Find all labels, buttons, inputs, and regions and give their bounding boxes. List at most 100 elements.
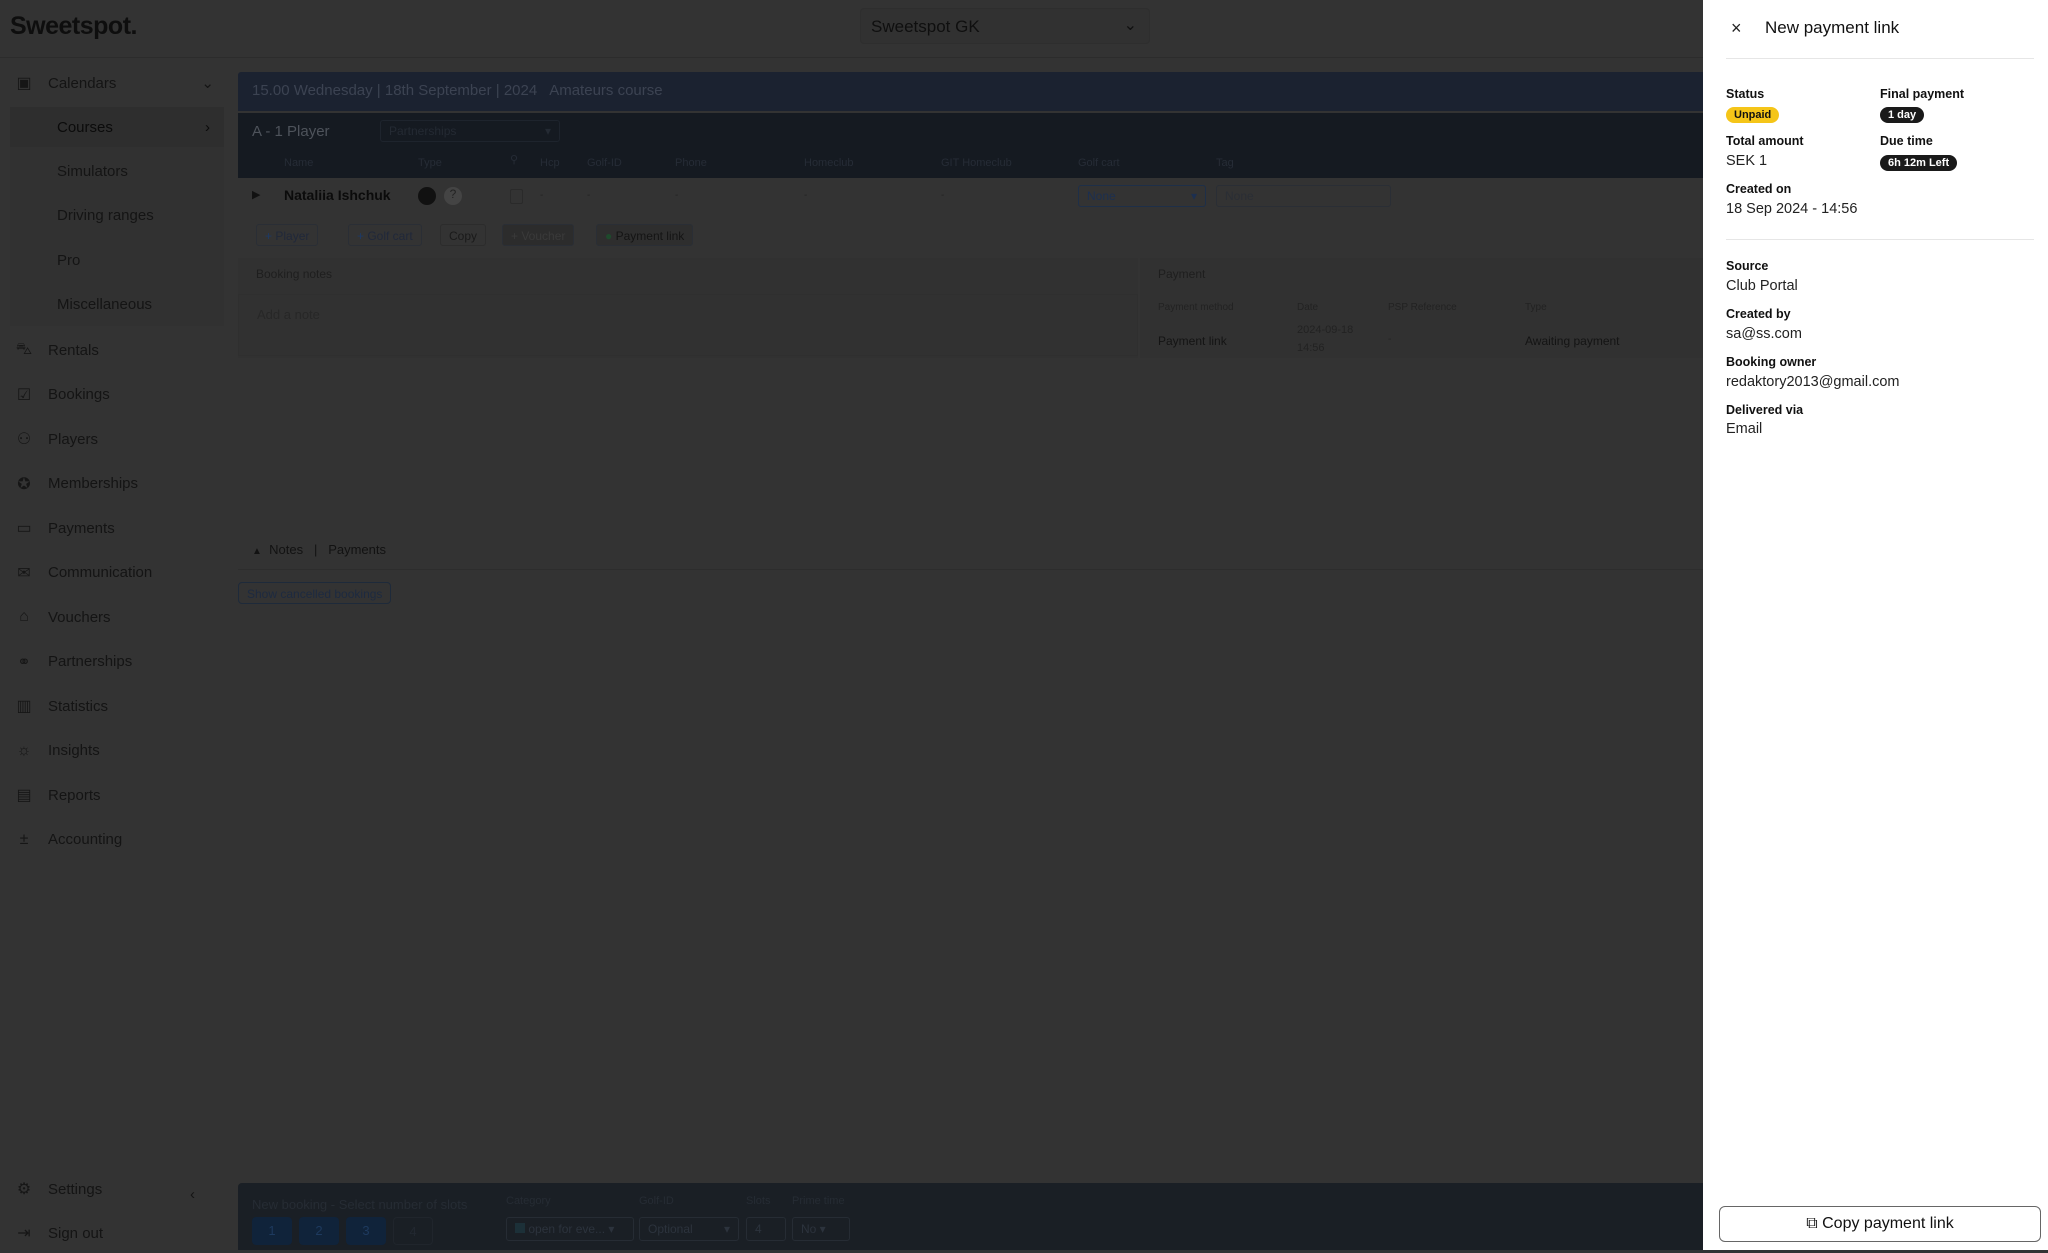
- column-header: Tag: [1216, 157, 1234, 169]
- column-header: Type: [418, 157, 442, 169]
- sidebar-item-memberships[interactable]: ✪ Memberships: [0, 464, 228, 504]
- payment-link-button[interactable]: ● Payment link: [596, 224, 694, 246]
- sidebar-item-label: Calendars: [48, 74, 117, 92]
- sidebar-item-players[interactable]: ⚇ Players: [0, 419, 228, 459]
- sidebar-item-pro[interactable]: Pro: [0, 240, 228, 280]
- sidebar-item-vouchers[interactable]: ⌂ Vouchers: [0, 597, 228, 637]
- partnerships-dropdown[interactable]: Partnerships ▾: [380, 120, 560, 142]
- booking-notes-panel: Booking notes Add a note: [238, 258, 1138, 358]
- sidebar-item-reports[interactable]: ▤ Reports: [0, 775, 228, 815]
- prime-time-select[interactable]: No ▾: [792, 1217, 850, 1241]
- slot-button-1[interactable]: 1: [252, 1217, 292, 1245]
- golf-id-select[interactable]: Optional ▾: [639, 1217, 739, 1241]
- sidebar-item-bookings[interactable]: ☑ Bookings: [0, 375, 228, 415]
- show-cancelled-bookings-button[interactable]: Show cancelled bookings: [238, 582, 392, 604]
- sidebar-item-settings[interactable]: ⚙ Settings: [0, 1169, 228, 1209]
- sidebar-item-accounting[interactable]: ± Accounting: [0, 820, 228, 860]
- sidebar-item-label: Settings: [48, 1180, 103, 1198]
- arrival-checkbox[interactable]: [510, 189, 523, 204]
- expand-caret-icon[interactable]: ▶: [252, 188, 260, 201]
- player-section-title: A - 1 Player: [252, 123, 330, 140]
- column-header: GIT Homeclub: [941, 157, 1012, 169]
- slots-input[interactable]: 4: [746, 1217, 786, 1241]
- copy-payment-link-button[interactable]: ⧉ Copy payment link: [1719, 1206, 2041, 1242]
- button-label: Player: [275, 229, 310, 243]
- add-golf-cart-button[interactable]: + Golf cart: [348, 224, 422, 246]
- booking-header: 15.00 Wednesday | 18th September | 2024 A…: [238, 72, 1703, 111]
- sidebar-item-driving-ranges[interactable]: Driving ranges: [0, 196, 228, 236]
- gift-icon: ⌂: [19, 608, 29, 625]
- sidebar-item-label: Memberships: [48, 475, 139, 492]
- psp-reference: -: [1388, 334, 1392, 345]
- course-name: Amateurs course: [549, 82, 663, 99]
- sidebar-item-miscellaneous[interactable]: Miscellaneous: [0, 285, 228, 325]
- booking-owner-label: Booking owner: [1726, 355, 1817, 369]
- player-row[interactable]: ▶ Nataliia Ishchuk ? - - - - - None ▾ Non…: [238, 178, 1703, 214]
- sidebar-item-courses[interactable]: Courses ›: [10, 107, 224, 148]
- total-amount-value: SEK 1: [1726, 153, 1768, 169]
- calculator-icon: ±: [19, 830, 29, 848]
- column-header: Golf cart: [1078, 157, 1120, 169]
- plus-icon: +: [357, 229, 368, 243]
- booking-time: 15.00 Wednesday | 18th September | 2024: [252, 82, 538, 99]
- close-icon[interactable]: ×: [1731, 18, 1742, 39]
- column-header: Homeclub: [804, 157, 854, 169]
- total-amount-label: Total amount: [1726, 134, 1804, 148]
- voucher-button[interactable]: + Voucher: [502, 224, 575, 246]
- cash-icon: ▭: [16, 520, 32, 537]
- club-name: Sweetspot GK: [871, 17, 980, 36]
- sidebar-item-partnerships[interactable]: ⚭ Partnerships: [0, 642, 228, 682]
- button-label: Golf cart: [367, 229, 413, 243]
- tag-input[interactable]: None: [1216, 185, 1391, 207]
- sidebar-item-calendars[interactable]: ▣ Calendars ⌄: [0, 63, 228, 103]
- homeclub-value: -: [804, 190, 808, 201]
- tab-payments[interactable]: Payments: [328, 542, 386, 557]
- tab-notes[interactable]: Notes: [269, 542, 303, 557]
- calendar-icon: ▣: [16, 75, 32, 92]
- sidebar-item-label: Pro: [57, 251, 81, 269]
- due-time-badge: 6h 12m Left: [1880, 155, 1958, 171]
- sidebar-item-statistics[interactable]: ▥ Statistics: [0, 686, 228, 726]
- created-by-label: Created by: [1726, 307, 1791, 321]
- member-type-icon: [418, 187, 436, 205]
- slot-button-2[interactable]: 2: [299, 1217, 339, 1245]
- sidebar-item-label: Miscellaneous: [57, 296, 153, 313]
- notes-payments-toggle[interactable]: ▲ Notes | Payments: [238, 532, 1703, 570]
- column-header: Payment method: [1158, 302, 1234, 313]
- calendar-check-icon: ☑: [16, 386, 32, 404]
- top-bar: Sweetspot. Sweetspot GK ⌄: [0, 0, 1703, 58]
- select-value: open for eve...: [528, 1222, 606, 1236]
- delivered-via-value: Email: [1726, 421, 1763, 437]
- add-player-button[interactable]: + Player: [256, 224, 319, 246]
- slot-button-4[interactable]: 4: [393, 1217, 433, 1245]
- sidebar-item-communication[interactable]: ✉ Communication: [0, 553, 228, 593]
- chevron-down-icon: ⌄: [1123, 17, 1137, 34]
- sidebar-item-label: Insights: [48, 742, 100, 759]
- button-label: Copy payment link: [1822, 1215, 1954, 1232]
- sidebar-item-payments[interactable]: ▭ Payments: [0, 508, 228, 548]
- golf-cart-select[interactable]: None ▾: [1078, 185, 1206, 207]
- phone-value: -: [675, 190, 679, 201]
- category-select[interactable]: open for eve... ▾: [506, 1217, 634, 1241]
- booking-notes-title: Booking notes: [256, 267, 333, 281]
- slots-label: Slots: [746, 1195, 771, 1207]
- column-header: Type: [1525, 302, 1547, 313]
- due-time-label: Due time: [1880, 134, 1933, 148]
- payment-method: Payment link: [1158, 334, 1227, 348]
- slot-button-3[interactable]: 3: [346, 1217, 386, 1245]
- club-selector[interactable]: Sweetspot GK ⌄: [860, 8, 1150, 44]
- booking-notes-textarea[interactable]: Add a note: [238, 294, 1138, 356]
- sidebar-item-label: Statistics: [48, 697, 109, 715]
- copy-button[interactable]: Copy: [440, 224, 487, 246]
- sidebar-item-label: Simulators: [57, 163, 128, 181]
- sidebar-item-label: Reports: [48, 786, 101, 804]
- status-badge: Unpaid: [1726, 107, 1780, 123]
- sidebar-item-insights[interactable]: ☼ Insights: [0, 731, 228, 771]
- select-value: Optional: [648, 1222, 693, 1236]
- chevron-down-icon: ⌄: [201, 75, 214, 92]
- final-payment-badge: 1 day: [1880, 107, 1925, 123]
- sidebar-item-sign-out[interactable]: ⇥ Sign out: [0, 1213, 228, 1253]
- sidebar-item-rentals[interactable]: ⛍ Rentals: [0, 330, 228, 370]
- sidebar-item-simulators[interactable]: Simulators: [0, 152, 228, 192]
- sidebar-item-label: Communication: [48, 564, 153, 581]
